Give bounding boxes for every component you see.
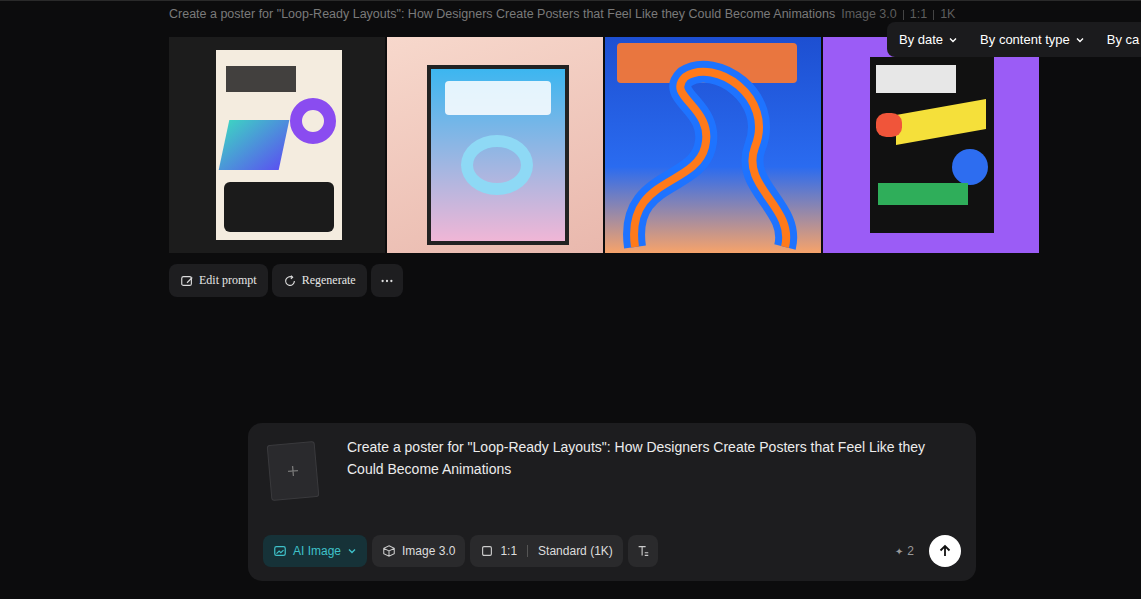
text-format-icon <box>636 544 650 558</box>
generated-image[interactable] <box>387 37 603 253</box>
prompt-composer: Create a poster for "Loop-Ready Layouts"… <box>248 423 976 581</box>
prompt-input[interactable]: Create a poster for "Loop-Ready Layouts"… <box>347 435 961 499</box>
regenerate-button[interactable]: Regenerate <box>272 264 367 297</box>
art-block <box>445 81 551 115</box>
edit-prompt-button[interactable]: Edit prompt <box>169 264 268 297</box>
generated-image[interactable] <box>605 37 821 253</box>
generated-image[interactable] <box>823 37 1039 253</box>
art-block <box>226 66 296 92</box>
mode-dropdown[interactable]: AI Image <box>263 535 367 567</box>
meta-separator <box>933 10 934 20</box>
filter-bar: By date By content type By ca <box>887 22 1141 57</box>
separator <box>527 545 528 557</box>
action-row: Edit promptRegenerate <box>169 264 1141 297</box>
model-button[interactable]: Image 3.0 <box>372 535 465 567</box>
page: Create a poster for "Loop-Ready Layouts"… <box>0 0 1141 599</box>
art-shape <box>878 183 968 205</box>
chevron-down-icon <box>948 35 958 45</box>
more-button[interactable] <box>371 264 403 297</box>
ratio-quality-button[interactable]: 1:1Standard (1K) <box>470 535 622 567</box>
more-dots-icon <box>380 274 394 288</box>
swirl-shape <box>605 37 821 253</box>
art-shape <box>461 135 533 195</box>
meta-item: 1:1 <box>910 6 927 23</box>
poster-art <box>387 37 603 253</box>
add-reference-image[interactable] <box>267 441 320 501</box>
filter-dropdown[interactable]: By content type <box>980 32 1085 47</box>
art-shape <box>896 99 986 145</box>
square-icon <box>480 544 494 558</box>
meta-item: Image 3.0 <box>841 6 897 23</box>
image-grid <box>169 37 1141 253</box>
art-frame <box>427 65 569 245</box>
meta-item: 1K <box>940 6 955 23</box>
art-block <box>224 182 334 232</box>
plus-icon <box>286 464 299 477</box>
image-icon <box>273 544 287 558</box>
prompt-header: Create a poster for "Loop-Ready Layouts"… <box>0 1 1141 23</box>
generated-image[interactable] <box>169 37 385 253</box>
edit-icon <box>180 274 194 288</box>
poster-art <box>605 37 821 253</box>
header-prompt: Create a poster for "Loop-Ready Layouts"… <box>169 6 835 23</box>
arrow-up-icon <box>937 543 953 559</box>
poster-art <box>823 37 1039 253</box>
send-button[interactable] <box>929 535 961 567</box>
art-frame <box>870 57 994 233</box>
credit-cost: ✦2 <box>895 544 914 558</box>
art-shape <box>290 98 336 144</box>
meta-separator <box>903 10 904 20</box>
art-shape <box>876 113 902 137</box>
text-style-button[interactable] <box>628 535 658 567</box>
chevron-down-icon <box>347 546 357 556</box>
art-block <box>876 65 956 93</box>
art-shape <box>219 120 290 170</box>
filter-dropdown[interactable]: By date <box>899 32 958 47</box>
refresh-icon <box>283 274 297 288</box>
chevron-down-icon <box>1075 35 1085 45</box>
filter-dropdown[interactable]: By ca <box>1107 32 1140 47</box>
poster-art <box>216 50 342 240</box>
art-shape <box>952 149 988 185</box>
cube-icon <box>382 544 396 558</box>
